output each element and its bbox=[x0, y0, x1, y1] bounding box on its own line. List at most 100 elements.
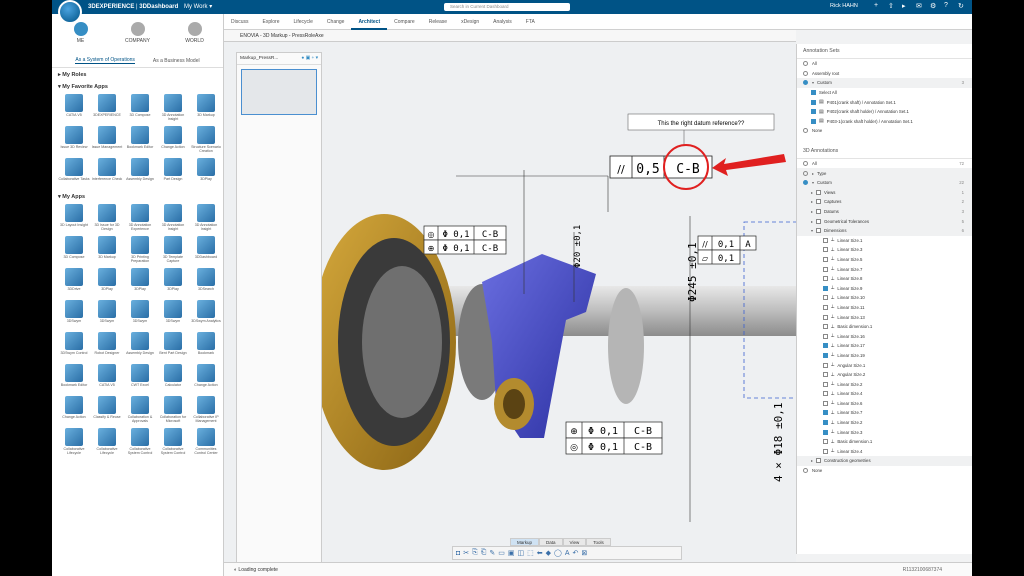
set-custom[interactable]: ▾ Custom 3 bbox=[797, 78, 972, 88]
app-tile[interactable]: 3DSwym bbox=[91, 300, 123, 330]
tab-lifecycle[interactable]: Lifecycle bbox=[286, 14, 319, 30]
tab-architect[interactable]: Architect bbox=[351, 14, 388, 30]
user-name[interactable]: Rick HAHN bbox=[830, 3, 858, 9]
dimension-item[interactable]: ⟂ Linear Size.2 bbox=[797, 418, 972, 428]
tab-explore[interactable]: Explore bbox=[256, 14, 287, 30]
app-tile[interactable]: Bookmark Editor bbox=[58, 364, 90, 394]
app-tile[interactable]: 3DSwym Control bbox=[58, 332, 90, 362]
checkbox[interactable] bbox=[823, 276, 828, 282]
app-tile[interactable]: 3D Template Capture bbox=[157, 236, 189, 266]
set-none[interactable]: None bbox=[797, 126, 972, 136]
frame-icon[interactable]: ⬚ bbox=[527, 549, 534, 557]
compass-icon[interactable] bbox=[58, 0, 82, 24]
segment-operations[interactable]: As a System of Operations bbox=[75, 57, 135, 64]
image-icon[interactable]: ▣ bbox=[508, 549, 515, 557]
expand-icon[interactable]: ▸ bbox=[811, 190, 813, 195]
checkbox[interactable] bbox=[816, 228, 822, 234]
checkbox[interactable] bbox=[823, 400, 828, 406]
dim-diameter-245[interactable]: Φ245 ±0,1 bbox=[686, 242, 699, 302]
dimension-item[interactable]: ⟂ Linear Size.5 bbox=[797, 255, 972, 265]
expand-icon[interactable]: ▾ bbox=[812, 80, 814, 85]
app-tile[interactable]: Collaboration for Microsoft bbox=[157, 396, 189, 426]
app-tile[interactable]: 3D Annotation Insight bbox=[157, 94, 189, 124]
dimension-item[interactable]: ⟂ Linear Size.10 bbox=[797, 293, 972, 303]
annotations-custom[interactable]: ▾ Custom 22 bbox=[797, 177, 972, 188]
search-input[interactable]: Search in Current Dashboard bbox=[444, 3, 570, 11]
dim-diameter-20[interactable]: Φ20 ±0,1 bbox=[573, 225, 583, 268]
toolbar-tab-tools[interactable]: Tools bbox=[586, 538, 611, 546]
dimension-item[interactable]: ⟂ Linear Size.3 bbox=[797, 245, 972, 255]
radio-button[interactable] bbox=[803, 180, 808, 186]
app-tile[interactable]: CATIA V5 bbox=[91, 364, 123, 394]
fcf-top[interactable]: // 0,5 C-B bbox=[609, 155, 713, 179]
dimension-item[interactable]: ⟂ Linear Size.11 bbox=[797, 303, 972, 313]
annotations-none[interactable]: None bbox=[797, 466, 972, 476]
app-tile[interactable]: Interference Check bbox=[91, 158, 123, 188]
dimension-item[interactable]: ⟂ Linear Size.6 bbox=[797, 399, 972, 409]
section-favorite-apps[interactable]: ▾ My Favorite Apps bbox=[52, 80, 223, 92]
app-tile[interactable]: Robot Designer bbox=[91, 332, 123, 362]
bearing-right[interactable] bbox=[608, 288, 644, 404]
app-tile[interactable]: Collaborative System Control Center bbox=[157, 428, 189, 458]
app-tile[interactable]: 3D Annotation Insight bbox=[190, 204, 222, 234]
checkbox[interactable] bbox=[823, 448, 828, 454]
dimension-item[interactable]: ⟂ Linear Size.2 bbox=[797, 379, 972, 389]
tab-analysis[interactable]: Analysis bbox=[486, 14, 519, 30]
app-tile[interactable]: Bent Part Design bbox=[157, 332, 189, 362]
copy-icon[interactable]: ⎘ bbox=[472, 549, 478, 557]
plus-icon[interactable]: + bbox=[874, 2, 878, 9]
app-tile[interactable]: 3D Layout Insight bbox=[58, 204, 90, 234]
annotation-set-item[interactable]: ▤ P401(crank shaft) / Annotation Set.1 bbox=[797, 97, 972, 107]
app-tile[interactable]: Change Action bbox=[157, 126, 189, 156]
dashboard-tab[interactable]: My Work bbox=[184, 4, 208, 10]
paste-icon[interactable]: ⎗ bbox=[481, 549, 487, 557]
checkbox[interactable] bbox=[816, 458, 822, 464]
app-tile[interactable]: 3DSearch bbox=[190, 268, 222, 298]
circle-icon[interactable]: ◯ bbox=[554, 549, 562, 557]
checkbox[interactable] bbox=[823, 247, 828, 253]
app-tile[interactable]: 3DPlay bbox=[91, 268, 123, 298]
radio-button[interactable] bbox=[803, 170, 808, 176]
dimension-item[interactable]: ⟂ Angular Size.2 bbox=[797, 370, 972, 380]
checkbox[interactable] bbox=[823, 237, 828, 243]
dimension-item[interactable]: ⟂ Linear Size.4 bbox=[797, 389, 972, 399]
dimension-item[interactable]: ⟂ Linear Size.16 bbox=[797, 331, 972, 341]
app-tile[interactable]: Assembly Design bbox=[124, 332, 156, 362]
shape-icon[interactable]: ◆ bbox=[546, 549, 551, 557]
app-tile[interactable]: Collaboration & Approvals bbox=[124, 396, 156, 426]
dimension-item[interactable]: ⟂ Linear Size.13 bbox=[797, 312, 972, 322]
app-tile[interactable]: Bookmark bbox=[190, 332, 222, 362]
checkbox[interactable] bbox=[811, 109, 816, 115]
app-tile[interactable]: Change Action bbox=[190, 364, 222, 394]
radio-button[interactable] bbox=[803, 80, 808, 86]
refresh-icon[interactable]: ↻ bbox=[958, 2, 964, 10]
app-tile[interactable]: 3D Printing Preparation bbox=[124, 236, 156, 266]
fcf-bottom-1[interactable]: ⊕ Φ 0,1 C-B bbox=[565, 421, 663, 439]
checkbox[interactable] bbox=[816, 199, 822, 205]
app-tile[interactable]: CWT Excel bbox=[124, 364, 156, 394]
annotation-group[interactable]: ▸ Datums 3 bbox=[797, 206, 972, 217]
expand-icon[interactable]: ▸ bbox=[811, 219, 813, 224]
play-icon[interactable]: ▸ bbox=[902, 2, 906, 10]
role-company[interactable]: COMPANY bbox=[118, 22, 158, 54]
checkbox[interactable] bbox=[823, 410, 828, 416]
app-tile[interactable]: 3DPlay bbox=[124, 268, 156, 298]
tab-xdesign[interactable]: xDesign bbox=[454, 14, 486, 30]
checkbox[interactable] bbox=[811, 118, 816, 124]
set-all[interactable]: All bbox=[797, 59, 972, 69]
help-icon[interactable]: ? bbox=[944, 2, 948, 9]
annotation-group[interactable]: ▾ Dimensions 6 bbox=[797, 225, 972, 236]
app-tile[interactable]: Collaborative IP Management bbox=[190, 396, 222, 426]
checkbox[interactable] bbox=[823, 343, 828, 349]
checkbox[interactable] bbox=[823, 429, 828, 435]
radio-button[interactable] bbox=[803, 468, 808, 474]
app-tile[interactable]: 3DSwym bbox=[58, 300, 90, 330]
annotation-group[interactable]: ▸ Views 1 bbox=[797, 187, 972, 198]
app-tile[interactable]: Structure Scenario Creation bbox=[190, 126, 222, 156]
toggle-icon[interactable]: ● ▣ + ▾ bbox=[301, 56, 318, 61]
app-tile[interactable]: 3DSwym bbox=[157, 300, 189, 330]
app-tile[interactable]: 3DSwym bbox=[124, 300, 156, 330]
fcf-left-2[interactable]: ⊕ Φ 0,1 C-B bbox=[423, 239, 507, 255]
annotations-all[interactable]: All 72 bbox=[797, 159, 972, 169]
role-me[interactable]: ME bbox=[61, 22, 101, 54]
